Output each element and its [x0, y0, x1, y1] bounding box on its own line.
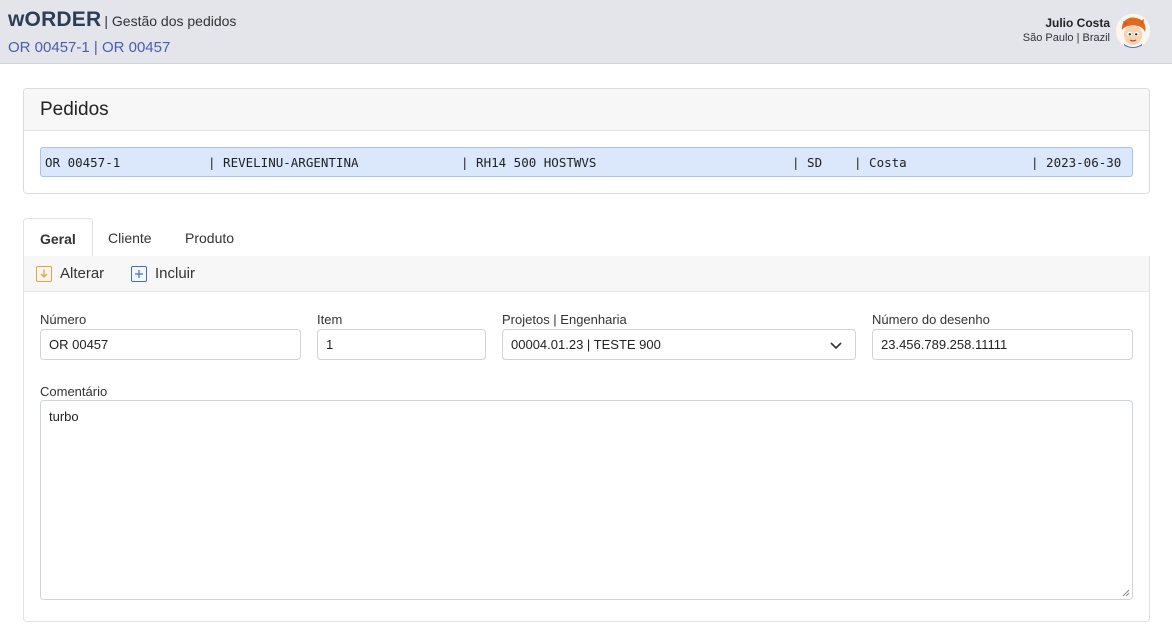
app-header: wORDER | Gestão dos pedidos OR 00457-1 |…: [0, 0, 1172, 64]
numero-field[interactable]: OR 00457: [40, 329, 301, 360]
tab-geral[interactable]: Geral: [23, 218, 93, 258]
projetos-select-value: 00004.01.23 | TESTE 900: [511, 337, 661, 352]
order-number-cell: OR 00457-1: [45, 155, 121, 170]
tab-produto[interactable]: Produto: [169, 218, 250, 257]
item-field[interactable]: 1: [317, 329, 486, 360]
order-breadcrumb[interactable]: OR 00457-1 | OR 00457: [8, 39, 170, 56]
cartoon-avatar-icon: [1116, 14, 1150, 48]
comentario-value: turbo: [49, 409, 79, 424]
detail-tabs: Geral Cliente Produto: [23, 218, 1150, 258]
product-cell: | RH14 500 HOSTWVS: [461, 155, 597, 170]
brand-line: wORDER | Gestão dos pedidos: [8, 8, 236, 32]
plus-square-icon: [131, 265, 147, 282]
comentario-textarea[interactable]: turbo: [40, 400, 1133, 600]
edit-button[interactable]: Alterar: [36, 265, 104, 282]
app-subtitle: | Gestão dos pedidos: [104, 13, 237, 29]
add-button[interactable]: Incluir: [131, 265, 195, 282]
orders-card-header: Pedidos: [24, 89, 1149, 131]
user-cell: | Costa: [854, 155, 907, 170]
customer-cell: | REVELINU-ARGENTINA: [208, 155, 359, 170]
desenho-field[interactable]: 23.456.789.258.11111: [872, 329, 1133, 360]
edit-button-label: Alterar: [60, 265, 105, 282]
form-toolbar: Alterar Incluir: [24, 256, 1149, 292]
orders-card-title: Pedidos: [40, 99, 109, 120]
resize-grip-icon[interactable]: [1121, 588, 1130, 597]
app-logo-text[interactable]: wORDER: [8, 8, 101, 32]
tab-cliente[interactable]: Cliente: [92, 218, 168, 257]
numero-label: Número: [40, 312, 87, 327]
chevron-down-icon: [830, 342, 842, 350]
projetos-select[interactable]: 00004.01.23 | TESTE 900: [502, 329, 856, 360]
download-edit-icon: [36, 265, 52, 282]
add-button-label: Incluir: [155, 265, 196, 282]
user-info[interactable]: Julio Costa São Paulo | Brazil: [1023, 16, 1110, 46]
orders-list-selected-row[interactable]: OR 00457-1 | REVELINU-ARGENTINA | RH14 5…: [40, 147, 1133, 177]
comentario-label: Comentário: [40, 384, 108, 399]
date-cell: | 2023-06-30: [1031, 155, 1122, 170]
projetos-label: Projetos | Engenharia: [502, 312, 627, 327]
code-cell: | SD: [792, 155, 823, 170]
avatar[interactable]: [1116, 14, 1150, 48]
item-label: Item: [317, 312, 343, 327]
tab-content-panel: Alterar Incluir Número OR 00457 Item 1 P…: [23, 256, 1150, 622]
desenho-label: Número do desenho: [872, 312, 990, 327]
user-name: Julio Costa: [1045, 16, 1110, 30]
user-location: São Paulo | Brazil: [1022, 32, 1110, 44]
orders-card: Pedidos OR 00457-1 | REVELINU-ARGENTINA …: [23, 88, 1150, 194]
